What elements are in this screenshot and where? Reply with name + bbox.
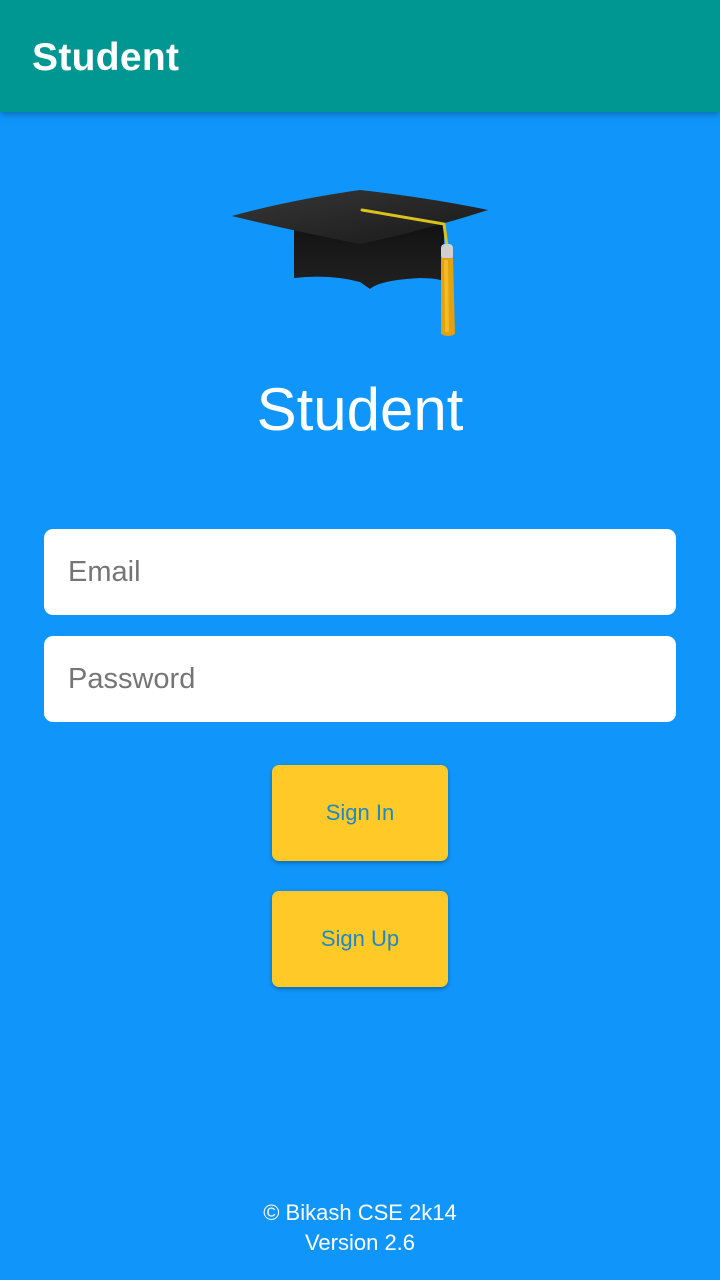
email-field[interactable]: [44, 529, 676, 615]
sign-in-button[interactable]: Sign In: [272, 765, 448, 861]
version-text: Version 2.6: [304, 1230, 416, 1255]
app-bar-title: Student: [32, 36, 180, 79]
app-bar: Student: [0, 0, 720, 112]
page-heading: Student: [256, 376, 464, 443]
copyright-text: © Bikash CSE 2k14: [263, 1200, 457, 1225]
footer: © Bikash CSE 2k14 Version 2.6: [0, 1198, 720, 1258]
graduation-cap-icon: [230, 186, 492, 341]
sign-up-button[interactable]: Sign Up: [272, 891, 448, 987]
password-field[interactable]: [44, 636, 676, 722]
